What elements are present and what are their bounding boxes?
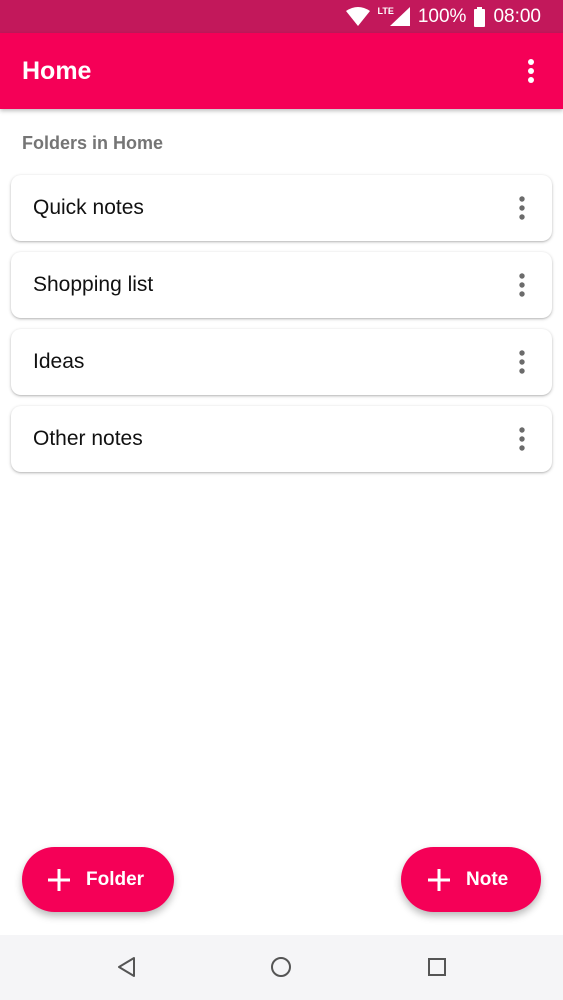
folder-item-ideas[interactable]: Ideas	[11, 329, 552, 395]
folder-name: Other notes	[33, 427, 143, 450]
plus-icon	[48, 868, 70, 891]
back-icon	[118, 957, 135, 977]
plus-icon	[428, 868, 450, 891]
app-bar: Home	[0, 33, 563, 109]
folder-list: Quick notes Shopping list Ideas Other no…	[11, 175, 552, 483]
overflow-menu-button[interactable]	[517, 51, 545, 91]
folder-item-shopping-list[interactable]: Shopping list	[11, 252, 552, 318]
folder-options-button[interactable]	[510, 265, 534, 305]
more-vert-icon	[519, 350, 525, 374]
folder-name: Shopping list	[33, 273, 154, 296]
recents-button[interactable]	[425, 955, 449, 979]
home-button[interactable]	[269, 955, 293, 979]
folder-options-button[interactable]	[510, 188, 534, 228]
section-label: Folders in Home	[22, 133, 164, 153]
add-folder-button[interactable]: Folder	[22, 847, 174, 912]
add-folder-label: Folder	[86, 868, 145, 890]
clock: 08:00	[493, 5, 541, 27]
page-title: Home	[22, 56, 92, 85]
more-vert-icon	[519, 196, 525, 220]
more-vert-icon	[519, 273, 525, 297]
battery-icon	[474, 6, 486, 27]
folder-item-quick-notes[interactable]: Quick notes	[11, 175, 552, 241]
home-icon	[271, 957, 291, 977]
folder-item-other-notes[interactable]: Other notes	[11, 406, 552, 472]
more-vert-icon	[519, 427, 525, 451]
wifi-icon	[345, 7, 370, 26]
folder-name: Ideas	[33, 350, 85, 373]
system-nav-bar	[0, 935, 563, 1000]
add-note-button[interactable]: Note	[401, 847, 541, 912]
signal-icon: LTE	[377, 5, 410, 26]
folder-name: Quick notes	[33, 196, 144, 219]
back-button[interactable]	[114, 955, 138, 979]
folder-options-button[interactable]	[510, 419, 534, 459]
folder-options-button[interactable]	[510, 342, 534, 382]
recents-icon	[428, 958, 446, 976]
network-type: LTE	[377, 5, 394, 16]
add-note-label: Note	[466, 868, 509, 890]
battery-level: 100%	[417, 5, 467, 27]
more-vert-icon	[528, 59, 534, 83]
status-bar: LTE 100% 08:00	[0, 0, 563, 33]
